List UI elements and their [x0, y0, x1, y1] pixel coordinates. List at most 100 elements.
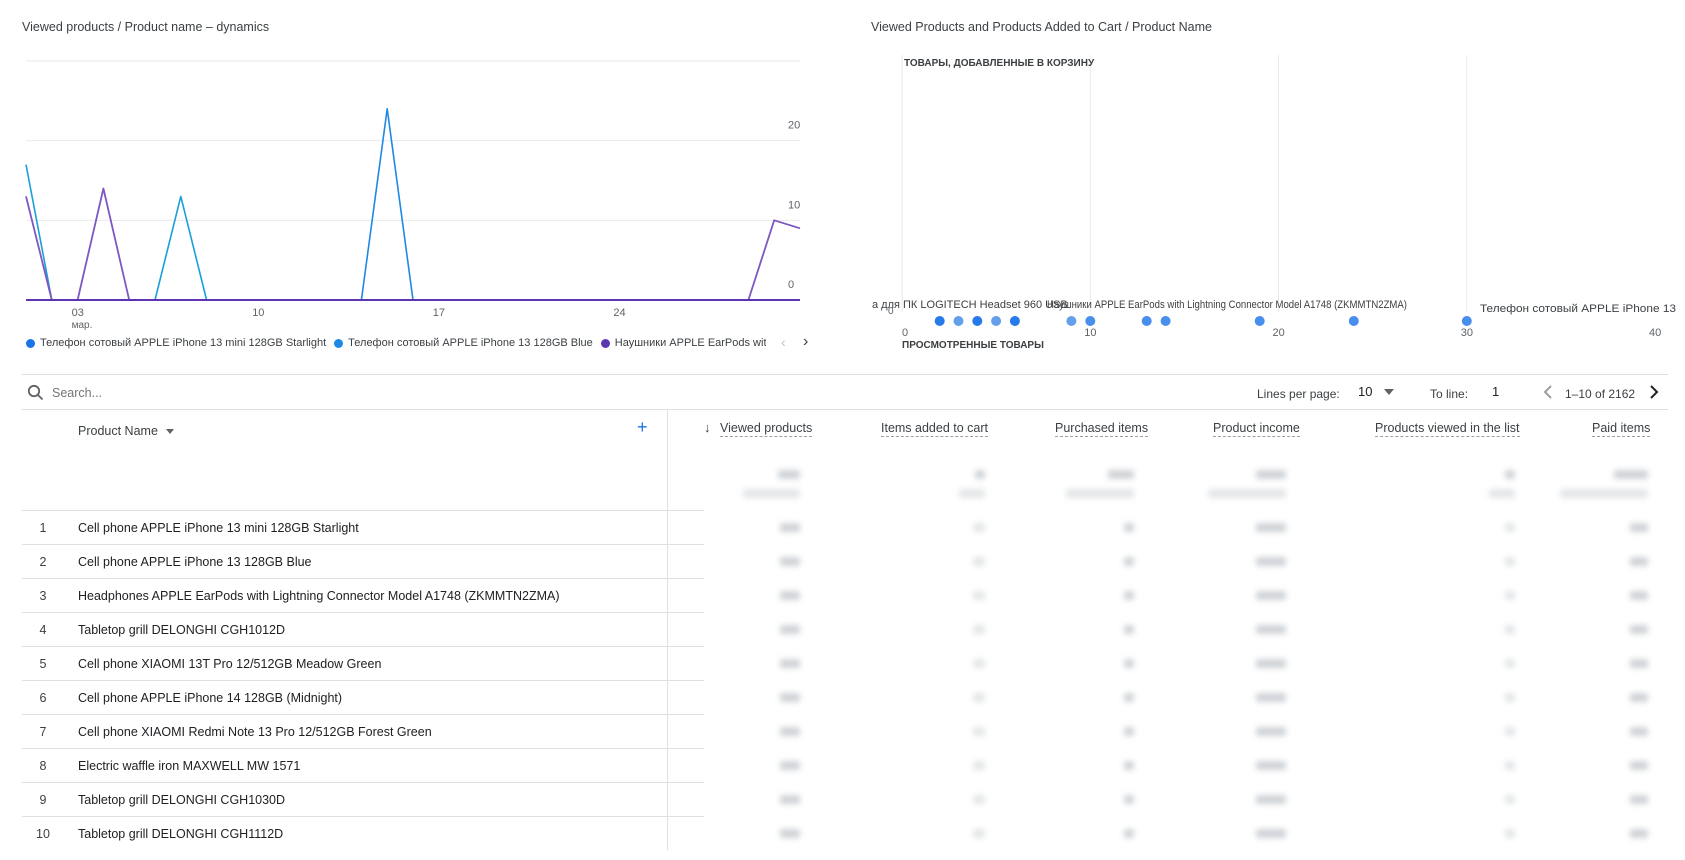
chevron-down-icon: [1384, 388, 1395, 395]
blurred-cell: [1256, 795, 1286, 804]
lines-per-page-select[interactable]: 10: [1358, 384, 1395, 399]
table-row[interactable]: 7 Cell phone XIAOMI Redmi Note 13 Pro 12/…: [22, 714, 704, 749]
row-product-name: Electric waffle iron MAXWELL MW 1571: [78, 759, 301, 773]
legend-prev-icon[interactable]: ‹: [781, 334, 786, 350]
blurred-cell: [1108, 470, 1134, 479]
table-row[interactable]: 4 Tabletop grill DELONGHI CGH1012D: [22, 612, 704, 647]
blurred-cell: [1124, 625, 1134, 634]
blurred-cell: [1505, 523, 1515, 532]
y-tick-label: 20: [788, 120, 800, 132]
blurred-cell: [1124, 829, 1134, 838]
table-row[interactable]: 10 Tabletop grill DELONGHI CGH1112D: [22, 816, 704, 851]
search-icon[interactable]: [27, 384, 44, 406]
search-input[interactable]: [50, 382, 354, 404]
col-purchased-items[interactable]: Purchased items: [1055, 421, 1149, 437]
table-row[interactable]: 9 Tabletop grill DELONGHI CGH1030D: [22, 782, 704, 817]
row-product-name: Cell phone APPLE iPhone 13 mini 128GB St…: [78, 521, 359, 535]
x-tick-label: 0: [902, 327, 908, 339]
legend-next-icon[interactable]: ›: [803, 333, 808, 351]
blurred-cell: [1256, 761, 1286, 770]
chevron-down-icon: [165, 428, 174, 434]
series-line-iphone13: [26, 107, 800, 301]
col-items-added-to-cart[interactable]: Items added to cart: [881, 421, 989, 437]
col-product-income[interactable]: Product income: [1213, 421, 1300, 437]
blurred-cell: [1630, 761, 1648, 770]
lines-per-page-label: Lines per page:: [1257, 387, 1340, 401]
to-line-input[interactable]: 1: [1492, 384, 1499, 399]
series-line-iphone13mini: [25, 164, 800, 301]
table-row[interactable]: 2 Cell phone APPLE iPhone 13 128GB Blue: [22, 544, 704, 579]
blurred-cell: [1630, 693, 1648, 702]
col-products-viewed-in-list[interactable]: Products viewed in the list: [1375, 421, 1520, 437]
blurred-cell: [973, 557, 985, 566]
blurred-cell: [780, 761, 800, 770]
blurred-cell: [1505, 557, 1515, 566]
table-row[interactable]: 3 Headphones APPLE EarPods with Lightning…: [22, 578, 704, 613]
product-name-header[interactable]: Product Name: [78, 424, 174, 438]
scatter-point: [991, 316, 1002, 326]
blurred-cell: [1124, 693, 1134, 702]
y-tick-label: 0: [788, 279, 794, 291]
row-product-name: Tabletop grill DELONGHI CGH1012D: [78, 623, 286, 637]
blurred-cell: [973, 761, 985, 770]
lines-per-page-value: 10: [1358, 384, 1373, 399]
blurred-cell: [1630, 557, 1648, 566]
table-row[interactable]: 8 Electric waffle iron MAXWELL MW 1571: [22, 748, 704, 783]
table-row[interactable]: 5 Cell phone XIAOMI 13T Pro 12/512GB Mead…: [22, 646, 704, 681]
col-paid-items[interactable]: Paid items: [1592, 421, 1651, 437]
scatter-point: [1085, 316, 1096, 326]
row-product-name: Cell phone XIAOMI 13T Pro 12/512GB Meado…: [78, 657, 382, 671]
pagination-range: 1–10 of 2162: [1565, 387, 1636, 401]
blurred-cell: [973, 829, 985, 838]
blurred-cell: [973, 591, 985, 600]
blurred-cell: [1505, 727, 1515, 736]
x-tick-label: 40: [1649, 327, 1661, 339]
right-chart-title: Viewed Products and Products Added to Ca…: [871, 20, 1212, 34]
row-index: 4: [39, 623, 47, 637]
blurred-cell: [1630, 829, 1648, 838]
blurred-cell: [742, 489, 800, 498]
scatter-point: [1009, 316, 1020, 326]
col-viewed-products[interactable]: Viewed products: [720, 421, 813, 437]
blurred-cell: [1256, 557, 1286, 566]
blurred-cell: [1614, 470, 1648, 479]
row-index: 6: [39, 691, 47, 705]
blurred-cell: [1630, 659, 1648, 668]
blurred-cell: [780, 591, 800, 600]
x-tick-label: 03: [72, 307, 84, 319]
x-tick-label: 10: [252, 307, 264, 319]
left-line-chart: 30 20 10 0 03 10 17 24 мар.: [25, 50, 801, 330]
legend-item-2[interactable]: Телефон сотовый APPLE iPhone 13 128GB Bl…: [334, 337, 593, 349]
blurred-cell: [1630, 625, 1648, 634]
row-index: 2: [39, 555, 47, 569]
blurred-cell: [1256, 591, 1286, 600]
table-row[interactable]: 6 Cell phone APPLE iPhone 14 128GB (Midni…: [22, 680, 704, 715]
table-row[interactable]: 1 Cell phone APPLE iPhone 13 mini 128GB S…: [22, 510, 704, 545]
row-product-name: Headphones APPLE EarPods with Lightning …: [78, 589, 560, 603]
scatter-point: [1066, 316, 1077, 326]
blurred-cell: [1505, 693, 1515, 702]
legend-label: Телефон сотовый APPLE iPhone 13 128GB Bl…: [348, 337, 593, 349]
blurred-cell: [1559, 489, 1648, 498]
x-tick-label: 17: [433, 307, 445, 319]
row-product-name: Cell phone XIAOMI Redmi Note 13 Pro 12/5…: [78, 725, 432, 739]
next-page-icon[interactable]: [1649, 384, 1659, 405]
blurred-cell: [1505, 761, 1515, 770]
prev-page-icon[interactable]: [1543, 384, 1553, 405]
blurred-cell: [1124, 659, 1134, 668]
blurred-cell: [973, 659, 985, 668]
legend-label: Наушники APPLE EarPods with Ligh: [614, 337, 766, 349]
blurred-cell: [780, 727, 800, 736]
blurred-cell: [1630, 523, 1648, 532]
y-tick-label: 10: [788, 199, 800, 211]
blurred-cell: [780, 829, 800, 838]
left-chart-title: Viewed products / Product name – dynamic…: [22, 20, 270, 34]
point-label-overlap: Наушники APPLE EarPods with Lightning Co…: [1047, 299, 1407, 311]
add-dimension-button[interactable]: +: [637, 417, 648, 438]
legend-item-1[interactable]: Телефон сотовый APPLE iPhone 13 mini 128…: [26, 337, 326, 349]
sort-desc-icon[interactable]: ↓: [704, 420, 711, 435]
blurred-cell: [973, 523, 985, 532]
blurred-cell: [1505, 625, 1515, 634]
blurred-cell: [1256, 693, 1286, 702]
legend-item-3[interactable]: Наушники APPLE EarPods with Ligh: [600, 337, 766, 349]
